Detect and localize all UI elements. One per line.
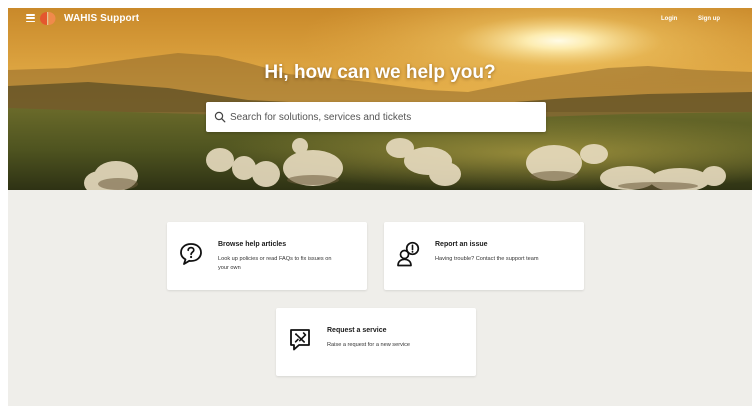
report-an-issue-card[interactable]: Report an issue Having trouble? Contact … xyxy=(384,222,584,290)
support-portal-page: WAHIS Support Login Sign up Hi, how can … xyxy=(8,8,752,406)
hero-headline: Hi, how can we help you? xyxy=(264,62,496,83)
top-navigation-bar: WAHIS Support Login Sign up xyxy=(8,8,752,30)
card-title: Browse help articles xyxy=(218,241,287,248)
hamburger-menu-icon[interactable] xyxy=(26,14,35,23)
tools-request-icon xyxy=(290,329,310,351)
request-a-service-card[interactable]: Request a service Raise a request for a … xyxy=(276,308,476,376)
signup-link[interactable]: Sign up xyxy=(698,16,720,22)
search-box[interactable] xyxy=(206,102,546,132)
browse-help-articles-card[interactable]: Browse help articles Look up policies or… xyxy=(167,222,367,290)
login-link[interactable]: Login xyxy=(661,16,677,22)
wahis-logo-icon xyxy=(40,12,56,25)
card-title: Report an issue xyxy=(435,241,488,248)
search-icon xyxy=(214,111,226,123)
card-description: Raise a request for a new service xyxy=(327,342,411,348)
card-description: Having trouble? Contact the support team xyxy=(435,256,539,262)
brand-name[interactable]: WAHIS Support xyxy=(64,13,139,24)
user-alert-icon xyxy=(397,241,420,267)
hero-banner: WAHIS Support Login Sign up Hi, how can … xyxy=(8,8,752,190)
card-description: Look up policies or read FAQs to fix iss… xyxy=(218,256,332,271)
search-input[interactable] xyxy=(230,108,530,126)
hero-landscape-image xyxy=(8,8,752,190)
chat-question-icon xyxy=(180,243,202,265)
card-title: Request a service xyxy=(327,327,387,334)
